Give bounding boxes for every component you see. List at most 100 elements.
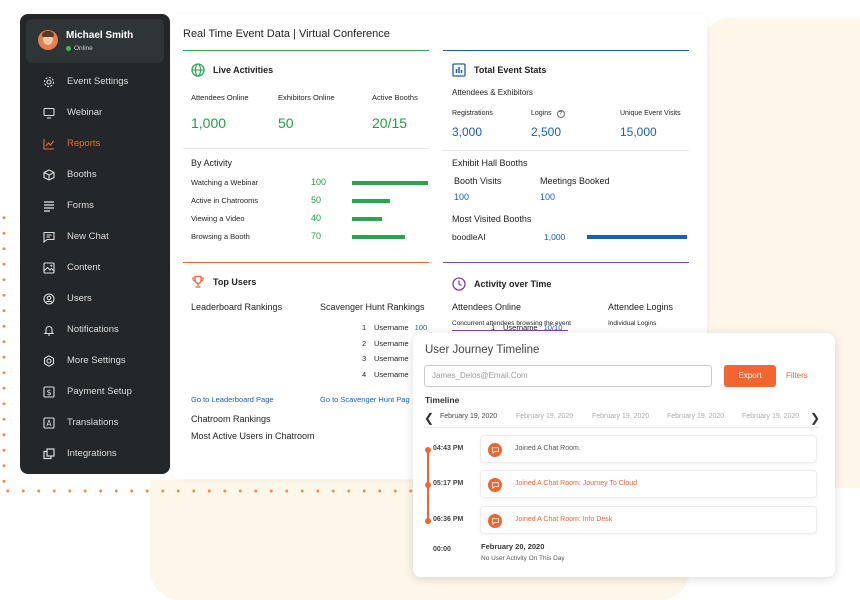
sidebar-item-reports[interactable]: Reports bbox=[20, 128, 170, 159]
event-text: Joined A Chat Room: Journey To Cloud bbox=[515, 480, 638, 487]
forms-icon bbox=[42, 199, 56, 213]
dots-decoration-vertical bbox=[0, 210, 8, 490]
image-icon bbox=[42, 261, 56, 275]
export-button[interactable]: Export bbox=[724, 365, 776, 387]
rank-username: Username bbox=[374, 323, 409, 332]
top-users-header: Top Users bbox=[191, 275, 256, 289]
rank-score: 100 bbox=[414, 323, 428, 332]
live-divider bbox=[183, 50, 429, 51]
exhibitors-online-value: 50 bbox=[278, 115, 294, 131]
most-visited-title: Most Visited Booths bbox=[452, 214, 532, 224]
event-time: 06:36 PM bbox=[433, 516, 464, 523]
scavenger-link[interactable]: Go to Scavenger Hunt Pag bbox=[320, 395, 410, 404]
leaderboard-link[interactable]: Go to Leaderboard Page bbox=[191, 395, 274, 404]
tab-underline bbox=[452, 330, 568, 331]
activity-label: Watching a Webinar bbox=[191, 178, 259, 187]
svg-text:$: $ bbox=[46, 388, 51, 397]
activity-label: Active in Chatrooms bbox=[191, 196, 259, 205]
dollar-icon: $ bbox=[42, 385, 56, 399]
rank-number: 2 bbox=[362, 338, 367, 348]
sidebar-item-content[interactable]: Content bbox=[20, 252, 170, 283]
meetings-booked-value: 100 bbox=[540, 192, 556, 202]
translate-icon: A bbox=[42, 416, 56, 430]
date-tab[interactable]: February 19, 2020 bbox=[516, 413, 573, 420]
chat-bubble-icon bbox=[488, 514, 502, 528]
sidebar-item-notifications[interactable]: Notifications bbox=[20, 314, 170, 345]
chat-icon bbox=[42, 230, 56, 244]
filters-button[interactable]: Filters bbox=[786, 371, 808, 380]
timeline-dot bbox=[425, 482, 431, 488]
chat-bubble-icon bbox=[488, 478, 502, 492]
sidebar-item-forms[interactable]: Forms bbox=[20, 190, 170, 221]
top-users-divider bbox=[183, 262, 429, 263]
stats-divider bbox=[443, 50, 689, 51]
activity-bar bbox=[352, 199, 390, 203]
divider bbox=[183, 148, 429, 149]
chevron-right-icon[interactable]: ❯ bbox=[810, 411, 820, 425]
activity-value: 40 bbox=[311, 213, 322, 223]
activity-value: 50 bbox=[311, 195, 322, 205]
timeline-event[interactable]: Joined A Chat Room. bbox=[480, 435, 817, 463]
empty-message: No User Activity On This Day bbox=[481, 555, 565, 562]
timeline-subtitle: Timeline bbox=[425, 395, 460, 405]
sidebar-item-more-settings[interactable]: More Settings bbox=[20, 345, 170, 376]
timeline-dot bbox=[425, 447, 431, 453]
timeline-dot bbox=[425, 518, 431, 524]
search-input[interactable]: James_Delos@Email.Com bbox=[424, 365, 712, 387]
attendee-logins-tab[interactable]: Attendee Logins bbox=[608, 302, 673, 312]
user-journey-card: User Journey Timeline James_Delos@Email.… bbox=[413, 333, 835, 577]
event-text: Joined A Chat Room: Info Desk bbox=[515, 516, 613, 523]
globe-icon bbox=[191, 63, 205, 77]
scavenger-title: Scavenger Hunt Rankings bbox=[320, 302, 425, 312]
activity-label: Viewing a Video bbox=[191, 214, 245, 223]
date-tab[interactable]: February 19, 2020 bbox=[440, 413, 497, 420]
bell-icon bbox=[42, 323, 56, 337]
activity-time-divider bbox=[443, 262, 689, 263]
monitor-icon bbox=[42, 106, 56, 120]
sidebar-item-translations[interactable]: A Translations bbox=[20, 407, 170, 438]
date-tab[interactable]: February 19, 2020 bbox=[667, 413, 724, 420]
sidebar-item-event-settings[interactable]: Event Settings bbox=[20, 66, 170, 97]
booth-visits-value: 100 bbox=[454, 192, 470, 202]
rank-number: 4 bbox=[362, 369, 367, 379]
chart-icon bbox=[42, 137, 56, 151]
sidebar-item-payment-setup[interactable]: $ Payment Setup bbox=[20, 376, 170, 407]
empty-time: 00:00 bbox=[433, 546, 451, 553]
sidebar-item-webinar[interactable]: Webinar bbox=[20, 97, 170, 128]
timeline-event[interactable]: Joined A Chat Room: Info Desk bbox=[480, 506, 817, 534]
settings-icon bbox=[42, 354, 56, 368]
divider bbox=[443, 150, 689, 151]
sidebar: Michael Smith Online Event Settings Webi… bbox=[20, 14, 170, 474]
sidebar-item-integrations[interactable]: Integrations bbox=[20, 438, 170, 469]
total-stats-header: Total Event Stats bbox=[452, 63, 546, 77]
help-icon[interactable]: ? bbox=[556, 110, 565, 118]
rank-number: 1 bbox=[362, 323, 367, 332]
activity-time-header: Activity over Time bbox=[452, 277, 551, 291]
trophy-icon bbox=[191, 275, 205, 289]
activity-bar bbox=[352, 217, 382, 221]
chevron-left-icon[interactable]: ❮ bbox=[424, 411, 434, 425]
timeline-event[interactable]: Joined A Chat Room: Journey To Cloud bbox=[480, 470, 817, 498]
leaderboard-title: Leaderboard Rankings bbox=[191, 302, 283, 312]
rank-number: 3 bbox=[362, 354, 367, 363]
live-activities-header: Live Activities bbox=[191, 63, 273, 77]
registrations-value: 3,000 bbox=[452, 125, 483, 139]
date-tab[interactable]: February 19, 2020 bbox=[592, 413, 649, 420]
cube-icon bbox=[42, 168, 56, 182]
avatar bbox=[38, 30, 58, 50]
individual-caption: Individual Logins bbox=[608, 320, 657, 327]
attendees-online-value: 1,000 bbox=[191, 115, 227, 131]
activity-label: Browsing a Booth bbox=[191, 232, 250, 241]
attendees-online-tab[interactable]: Attendees Online bbox=[452, 302, 521, 312]
page-title: Real Time Event Data | Virtual Conferenc… bbox=[183, 28, 390, 40]
date-tab[interactable]: February 19, 2020 bbox=[742, 413, 799, 420]
sidebar-item-new-chat[interactable]: New Chat bbox=[20, 221, 170, 252]
profile-card[interactable]: Michael Smith Online bbox=[26, 19, 164, 63]
chat-bubble-icon bbox=[488, 443, 502, 457]
sidebar-item-booths[interactable]: Booths bbox=[20, 159, 170, 190]
svg-text:A: A bbox=[46, 419, 52, 428]
exhibit-hall-title: Exhibit Hall Booths bbox=[452, 158, 528, 168]
sidebar-item-users[interactable]: Users bbox=[20, 283, 170, 314]
activity-value: 70 bbox=[311, 231, 322, 241]
active-booths-value: 20/15 bbox=[372, 115, 408, 131]
